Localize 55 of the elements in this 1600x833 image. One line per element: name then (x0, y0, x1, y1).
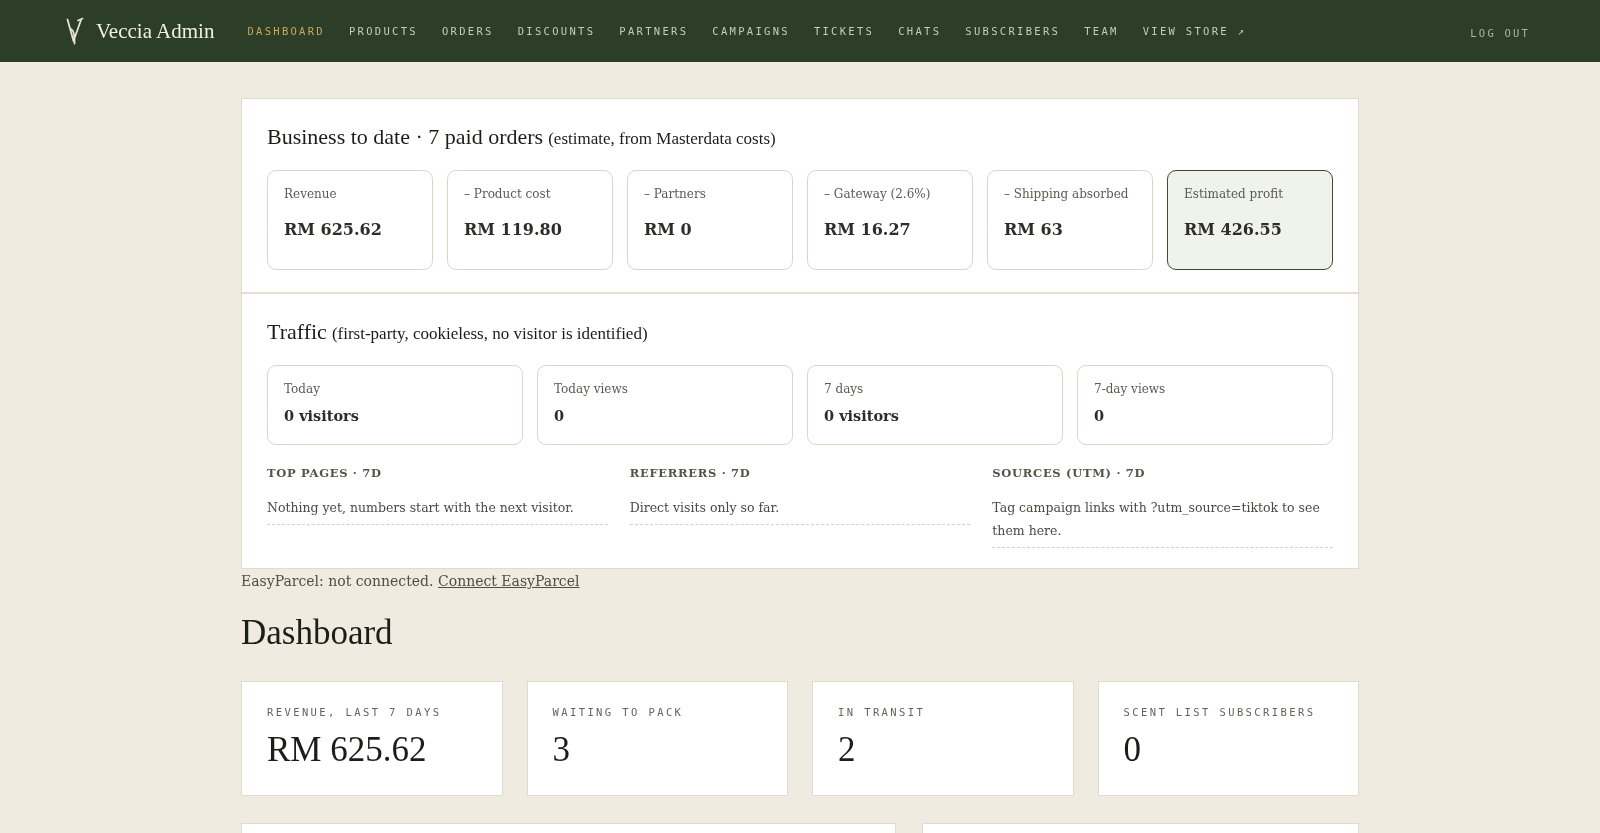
section-note: (first-party, cookieless, no visitor is identified) (331, 323, 648, 345)
nav-link[interactable]: SUBSCRIBERS (965, 23, 1061, 39)
stat-value: 3 (552, 730, 571, 770)
stat-value: RM 625.62 (267, 730, 428, 770)
metric-value: 0 visitors (824, 406, 900, 426)
metric-label: 7-day views (1094, 381, 1167, 398)
list-heading: SOURCES (UTM) · 7D (992, 465, 1147, 482)
metric-value: 0 visitors (284, 406, 360, 426)
easyparcel-status: EasyParcel: not connected. Connect EasyParcel (241, 572, 581, 591)
stat-label: REVENUE, LAST 7 DAYS (267, 705, 443, 719)
metric-label: – Gateway (2.6%) (824, 186, 932, 203)
nav-link[interactable]: DASHBOARD (247, 23, 325, 39)
metric-label: – Product cost (464, 186, 552, 203)
connect-link[interactable]: Connect EasyParcel (438, 573, 580, 589)
metric-label: Revenue (284, 186, 338, 203)
metric-label: – Partners (644, 186, 707, 203)
metric-value: RM 119.80 (464, 219, 563, 241)
section-title: Business to date · 7 paid orders (267, 123, 544, 151)
brand-name: Veccia Admin (96, 18, 215, 44)
nav-link[interactable]: VIEW STORE ↗ (1142, 23, 1247, 39)
empty-state-text: Nothing yet, numbers start with the next visitor. (267, 496, 608, 525)
metric-value: RM 426.55 (1184, 219, 1283, 241)
stat-label: SCENT LIST SUBSCRIBERS (1123, 705, 1317, 719)
metric-label: 7 days (824, 381, 865, 398)
section-note: (estimate, from Masterdata costs) (548, 128, 776, 150)
empty-state-text: Tag campaign links with ?utm_source=tiktok to see them here. (992, 496, 1333, 548)
metric-label: Today (284, 381, 321, 398)
metric-value: RM 0 (644, 219, 693, 241)
list-heading: REFERRERS · 7D (629, 465, 752, 482)
nav-link[interactable]: CAMPAIGNS (712, 23, 790, 39)
metric-label: Estimated profit (1184, 186, 1284, 203)
metric-value: 0 (554, 406, 566, 426)
stat-label: WAITING TO PACK (552, 705, 685, 719)
metric-label: Today views (554, 381, 629, 398)
section-title: Traffic (267, 318, 327, 346)
metric-value: 0 (1094, 406, 1106, 426)
nav-link[interactable]: CHATS (898, 23, 942, 39)
v-monogram-icon (66, 17, 84, 45)
nav-link[interactable]: ORDERS (441, 23, 494, 39)
metric-value: RM 625.62 (284, 219, 383, 241)
nav-link[interactable]: DISCOUNTS (517, 23, 596, 39)
nav-link[interactable]: TICKETS (813, 23, 875, 39)
log-out-button[interactable]: LOG OUT (1470, 23, 1530, 43)
metric-value: RM 63 (1004, 219, 1064, 241)
metric-value: RM 16.27 (824, 219, 912, 241)
list-heading: TOP PAGES · 7D (267, 465, 383, 482)
page-heading: Dashboard (241, 612, 394, 654)
nav-link[interactable]: TEAM (1084, 23, 1119, 39)
empty-state-text: Direct visits only so far. (629, 496, 971, 525)
stat-value: 0 (1123, 730, 1142, 770)
stat-label: IN TRANSIT (838, 705, 927, 719)
stat-value: 2 (838, 730, 857, 770)
metric-label: – Shipping absorbed (1004, 186, 1130, 203)
nav-link[interactable]: PRODUCTS (349, 23, 418, 39)
nav-link[interactable]: PARTNERS (619, 23, 689, 39)
